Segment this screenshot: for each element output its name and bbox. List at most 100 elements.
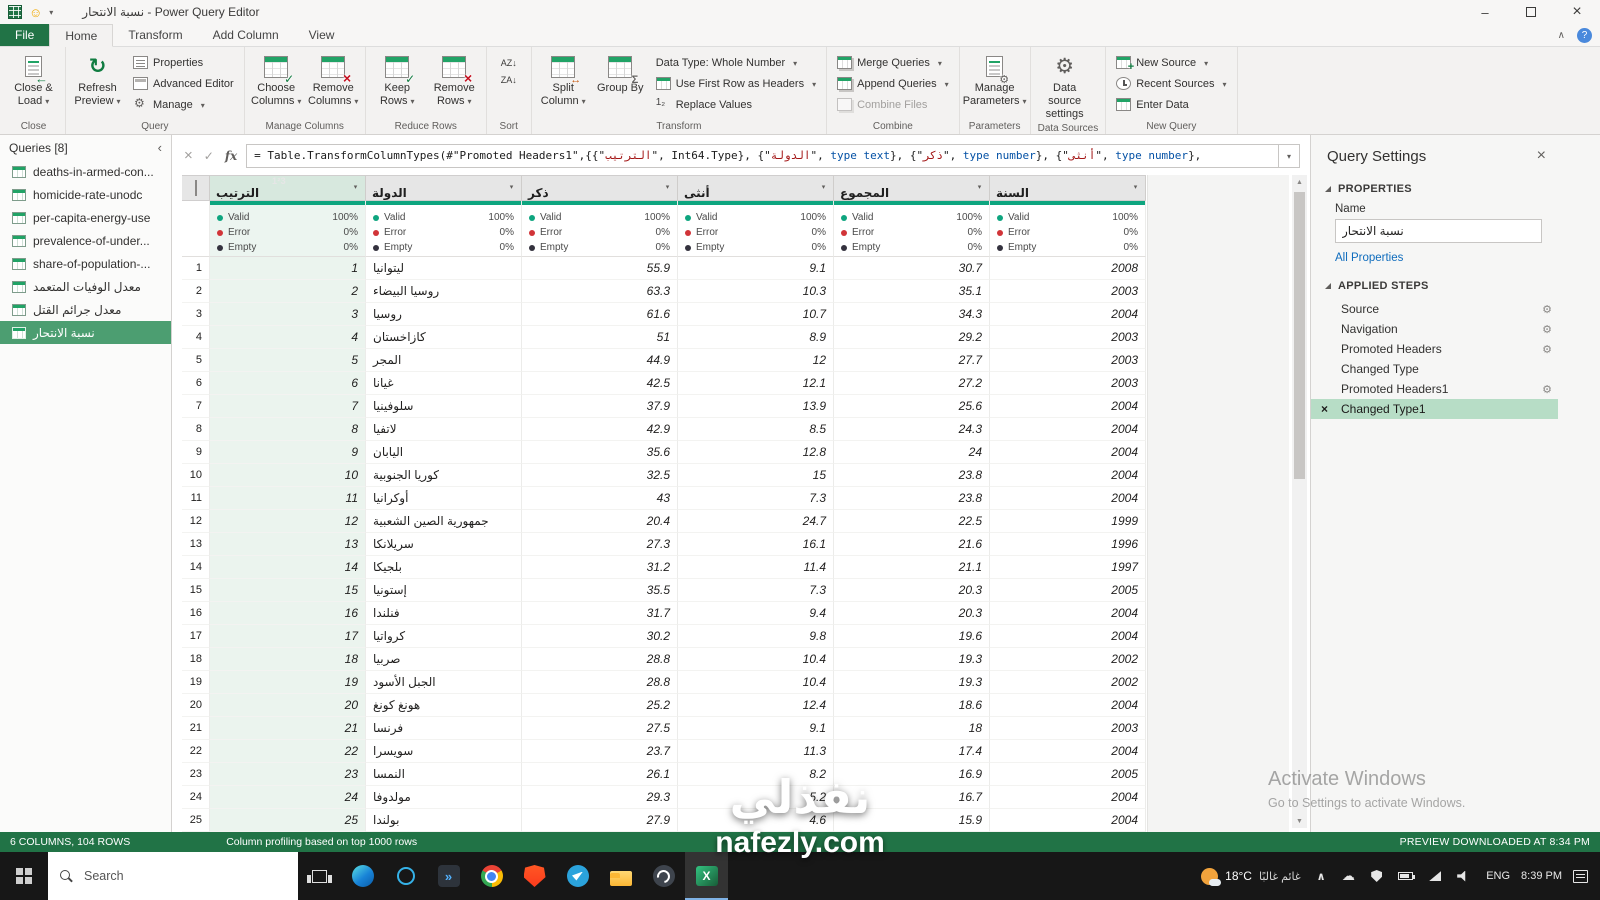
cell[interactable]: سريلانكا: [366, 533, 522, 556]
cell[interactable]: 7.3: [678, 487, 834, 510]
network-icon[interactable]: [1429, 871, 1442, 881]
cell[interactable]: 19: [210, 671, 366, 694]
cell[interactable]: روسيا البيضاء: [366, 280, 522, 303]
cell[interactable]: كازاخستان: [366, 326, 522, 349]
choose-columns-button[interactable]: Choose Columns: [249, 49, 304, 108]
cell[interactable]: صربيا: [366, 648, 522, 671]
cell[interactable]: إستونيا: [366, 579, 522, 602]
cell[interactable]: 21: [210, 717, 366, 740]
cell[interactable]: 35.5: [522, 579, 678, 602]
column-profiling-status[interactable]: Column profiling based on top 1000 rows: [226, 836, 417, 848]
cell[interactable]: الجبل الأسود: [366, 671, 522, 694]
task-view-button[interactable]: [298, 852, 341, 900]
cell[interactable]: 12.1: [678, 372, 834, 395]
cell[interactable]: 20.4: [522, 510, 678, 533]
sidebar-item-query[interactable]: نسبة الانتحار: [0, 321, 171, 344]
taskbar-clock[interactable]: 8:39 PM: [1521, 870, 1562, 882]
cell[interactable]: 5: [210, 349, 366, 372]
cell[interactable]: 19.3: [834, 648, 990, 671]
cell[interactable]: اليابان: [366, 441, 522, 464]
telegram-button[interactable]: [556, 852, 599, 900]
cell[interactable]: 3: [210, 303, 366, 326]
sidebar-item-query[interactable]: homicide-rate-unodc: [0, 183, 171, 206]
use-first-row-as-headers-button[interactable]: Use First Row as Headers: [650, 73, 822, 94]
cell[interactable]: 9.8: [678, 625, 834, 648]
cell[interactable]: 2005: [990, 763, 1146, 786]
formula-input[interactable]: = Table.TransformColumnTypes(#"Promoted …: [246, 144, 1279, 168]
filter-dropdown-icon[interactable]: [973, 180, 986, 193]
cell[interactable]: 61.6: [522, 303, 678, 326]
sidebar-item-query[interactable]: معدل الوفيات المتعمد: [0, 275, 171, 298]
chrome-button[interactable]: [470, 852, 513, 900]
applied-step[interactable]: Promoted Headers: [1311, 339, 1558, 359]
cell[interactable]: 27.2: [834, 372, 990, 395]
split-column-button[interactable]: Split Column: [536, 49, 591, 108]
cell[interactable]: 2004: [990, 487, 1146, 510]
scrollbar-thumb[interactable]: [1294, 192, 1305, 480]
cell[interactable]: 10.4: [678, 648, 834, 671]
enter-data-button[interactable]: Enter Data: [1110, 94, 1232, 115]
volume-icon[interactable]: [1457, 870, 1466, 882]
cell[interactable]: 1996: [990, 533, 1146, 556]
cell[interactable]: 26.1: [522, 763, 678, 786]
cell[interactable]: 11.3: [678, 740, 834, 763]
row-number[interactable]: 11: [182, 487, 210, 510]
cell[interactable]: ليتوانيا: [366, 257, 522, 280]
filter-dropdown-icon[interactable]: [1129, 180, 1142, 193]
step-settings-gear-icon[interactable]: [1542, 343, 1552, 356]
cell[interactable]: 19.3: [834, 671, 990, 694]
brave-button[interactable]: [513, 852, 556, 900]
cell[interactable]: 2004: [990, 809, 1146, 832]
column-header[interactable]: 1.2 ذكر: [522, 175, 678, 201]
applied-step[interactable]: Promoted Headers1: [1311, 379, 1558, 399]
row-number[interactable]: 14: [182, 556, 210, 579]
cell[interactable]: 2004: [990, 786, 1146, 809]
column-header[interactable]: 1²3 السنة: [990, 175, 1146, 201]
cell[interactable]: كوريا الجنوبية: [366, 464, 522, 487]
cell[interactable]: 4.6: [678, 809, 834, 832]
applied-steps-section-header[interactable]: APPLIED STEPS: [1311, 274, 1558, 297]
row-number[interactable]: 23: [182, 763, 210, 786]
cell[interactable]: 28.8: [522, 648, 678, 671]
sidebar-item-query[interactable]: per-capita-energy-use: [0, 206, 171, 229]
cell[interactable]: 12.8: [678, 441, 834, 464]
row-number[interactable]: 3: [182, 303, 210, 326]
cell[interactable]: 23.7: [522, 740, 678, 763]
applied-step[interactable]: Changed Type: [1311, 359, 1558, 379]
sidebar-item-query[interactable]: معدل جرائم القتل: [0, 298, 171, 321]
cell[interactable]: 8: [210, 418, 366, 441]
cell[interactable]: 2003: [990, 280, 1146, 303]
row-number[interactable]: 9: [182, 441, 210, 464]
cell[interactable]: 2004: [990, 395, 1146, 418]
cell[interactable]: 2004: [990, 418, 1146, 441]
cell[interactable]: 22: [210, 740, 366, 763]
column-header[interactable]: 1.2 المجموع: [834, 175, 990, 201]
cell[interactable]: 16.7: [834, 786, 990, 809]
cell[interactable]: 55.9: [522, 257, 678, 280]
cell[interactable]: 29.3: [522, 786, 678, 809]
cell[interactable]: 19.6: [834, 625, 990, 648]
cell[interactable]: 11: [210, 487, 366, 510]
cell[interactable]: 2004: [990, 303, 1146, 326]
collapse-pane-icon[interactable]: [158, 140, 162, 155]
cell[interactable]: 24: [210, 786, 366, 809]
cell[interactable]: 44.9: [522, 349, 678, 372]
select-all-corner[interactable]: [182, 175, 210, 201]
cell[interactable]: غيانا: [366, 372, 522, 395]
row-number[interactable]: 18: [182, 648, 210, 671]
cell[interactable]: 10.7: [678, 303, 834, 326]
cell[interactable]: 8.9: [678, 326, 834, 349]
cell[interactable]: بولندا: [366, 809, 522, 832]
row-number[interactable]: 24: [182, 786, 210, 809]
cell[interactable]: سلوفينيا: [366, 395, 522, 418]
chevron-down-icon[interactable]: [49, 8, 53, 17]
advanced-editor-button[interactable]: Advanced Editor: [127, 73, 240, 94]
cell[interactable]: 37.9: [522, 395, 678, 418]
cell[interactable]: 7.3: [678, 579, 834, 602]
cell[interactable]: 13.9: [678, 395, 834, 418]
remove-rows-button[interactable]: Remove Rows: [427, 49, 482, 108]
cell[interactable]: 27.7: [834, 349, 990, 372]
tab-file[interactable]: File: [0, 24, 50, 46]
cell[interactable]: 15: [678, 464, 834, 487]
tab-transform[interactable]: Transform: [113, 24, 197, 46]
